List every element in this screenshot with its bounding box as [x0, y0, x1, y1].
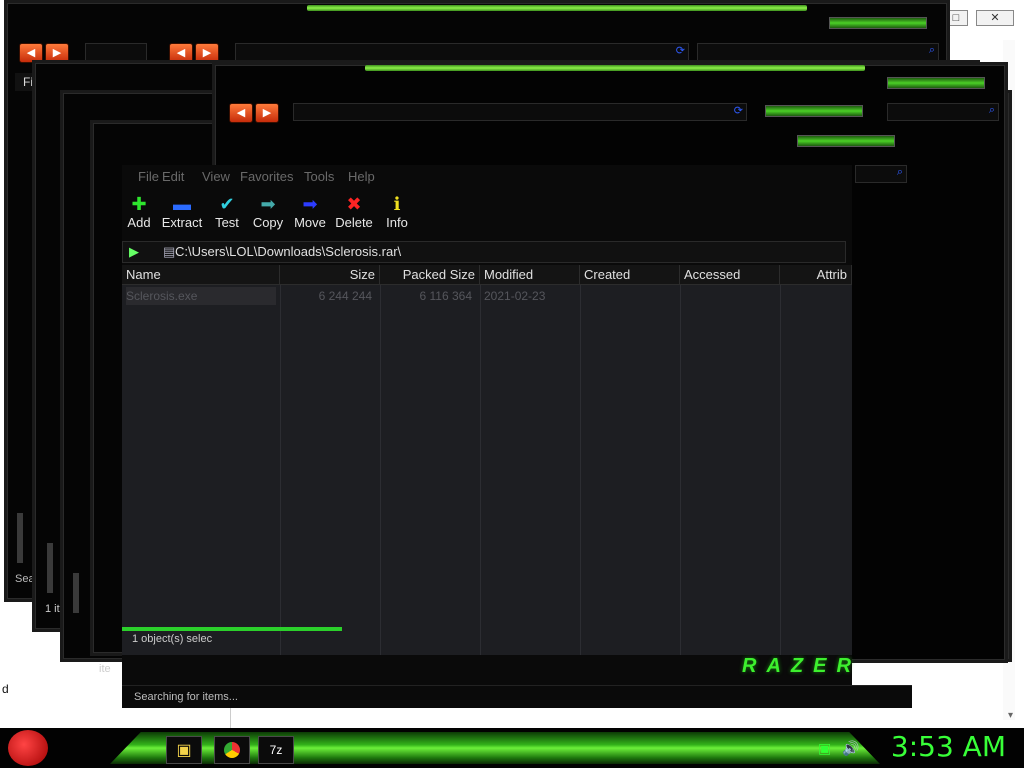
info-icon: ℹ: [393, 194, 401, 214]
info-label: Info: [386, 215, 408, 230]
col-divider: [780, 285, 781, 655]
path-bar[interactable]: ▶ ▤ C:\Users\LOL\Downloads\Sclerosis.rar…: [122, 241, 846, 263]
back-icon[interactable]: ◀: [229, 103, 253, 123]
search-icon[interactable]: ⌕: [989, 104, 995, 117]
scrollbar[interactable]: [47, 543, 53, 593]
col-divider: [280, 285, 281, 655]
path-text: C:\Users\LOL\Downloads\Sclerosis.rar\: [175, 244, 402, 259]
copy-label: Copy: [252, 215, 284, 230]
col-modified[interactable]: Modified: [480, 265, 580, 285]
chrome-icon[interactable]: [214, 736, 250, 764]
col-attrib[interactable]: Attrib: [780, 265, 852, 285]
archive-icon: ▤: [163, 244, 176, 259]
row-size: 6 244 244: [318, 289, 372, 303]
col-divider: [580, 285, 581, 655]
7zip-label: 7z: [269, 743, 283, 757]
window-controls-3[interactable]: [797, 135, 895, 147]
address-bar-2[interactable]: ⟳: [235, 43, 689, 61]
scrollbar[interactable]: [73, 573, 79, 613]
add-label: Add: [127, 215, 151, 230]
menu-help[interactable]: Help: [348, 169, 375, 184]
7zip-window: File Edit View Favorites Tools Help ✚ Add…: [122, 165, 912, 708]
taskbar: ▣ 7z ▣ 🔊 3:53 AM: [0, 728, 1024, 768]
col-divider: [480, 285, 481, 655]
scrollbar[interactable]: [17, 513, 23, 563]
menu-view[interactable]: View: [202, 169, 230, 184]
col-divider: [380, 285, 381, 655]
col-packed-size[interactable]: Packed Size: [380, 265, 480, 285]
refresh-icon[interactable]: ⟳: [676, 44, 685, 57]
progress-bar: [122, 627, 342, 631]
status-selected: 1 object(s) selec: [132, 633, 213, 645]
row-modified: 2021-02-23: [484, 289, 546, 303]
window-controls[interactable]: [887, 77, 985, 89]
search-icon[interactable]: ⌕: [897, 166, 903, 179]
row-packed-size: 6 116 364: [419, 289, 473, 303]
window-controls[interactable]: [829, 17, 927, 29]
search-icon[interactable]: ⌕: [929, 44, 935, 57]
menu-bar: File Edit View Favorites Tools Help: [122, 165, 852, 189]
desktop-label: d: [2, 682, 9, 696]
col-divider: [680, 285, 681, 655]
explorer-icon[interactable]: ▣: [166, 736, 202, 764]
window-controls-2[interactable]: [765, 105, 863, 117]
menu-file[interactable]: File: [138, 169, 159, 184]
razer-logo: RAZER: [742, 655, 861, 677]
status-search: Searching for items...: [134, 691, 238, 703]
file-list[interactable]: Name Size Packed Size Modified Created A…: [122, 265, 852, 655]
row-name: Sclerosis.exe: [126, 287, 276, 305]
status-bar: Searching for items...: [122, 685, 912, 708]
search-input-2[interactable]: ⌕: [855, 165, 907, 183]
info-button[interactable]: ℹ Info: [370, 193, 424, 230]
menu-tools[interactable]: Tools: [304, 169, 334, 184]
7zip-icon[interactable]: 7z: [258, 736, 294, 764]
menu-edit[interactable]: Edit: [162, 169, 184, 184]
menu-favorites[interactable]: Favorites: [240, 169, 293, 184]
extract-label: Extract: [161, 215, 203, 230]
search-input[interactable]: ⌕: [697, 43, 939, 61]
test-label: Test: [215, 215, 239, 230]
close-icon[interactable]: ✕: [976, 10, 1014, 26]
scroll-down-icon[interactable]: ▾: [1008, 710, 1013, 721]
ghost-label: ite: [99, 663, 111, 675]
toolbar: ✚ Add ▬ Extract ✔ Test ➡ Copy ➡ Move ✖ Delete …: [122, 189, 852, 239]
delete-label: Delete: [335, 215, 373, 230]
volume-icon[interactable]: 🔊: [842, 740, 859, 757]
start-button-angry-bird-icon[interactable]: [8, 730, 48, 766]
col-size[interactable]: Size: [280, 265, 380, 285]
title-glow: [307, 5, 807, 11]
col-name[interactable]: Name: [122, 265, 280, 285]
table-row[interactable]: Sclerosis.exe 6 244 244 6 116 364 2021-0…: [122, 287, 852, 305]
col-accessed[interactable]: Accessed: [680, 265, 780, 285]
network-icon[interactable]: ▣: [818, 740, 831, 757]
address-bar[interactable]: ⟳: [293, 103, 747, 121]
up-folder-icon[interactable]: ▶: [129, 242, 139, 262]
move-label: Move: [294, 215, 326, 230]
refresh-icon[interactable]: ⟳: [734, 104, 743, 117]
search-input[interactable]: ⌕: [887, 103, 999, 121]
col-created[interactable]: Created: [580, 265, 680, 285]
forward-icon[interactable]: ▶: [255, 103, 279, 123]
clock[interactable]: 3:53 AM: [891, 730, 1006, 763]
nav-buttons[interactable]: ◀ ▶: [229, 103, 279, 123]
address-bar[interactable]: [85, 43, 147, 61]
title-glow: [365, 65, 865, 71]
